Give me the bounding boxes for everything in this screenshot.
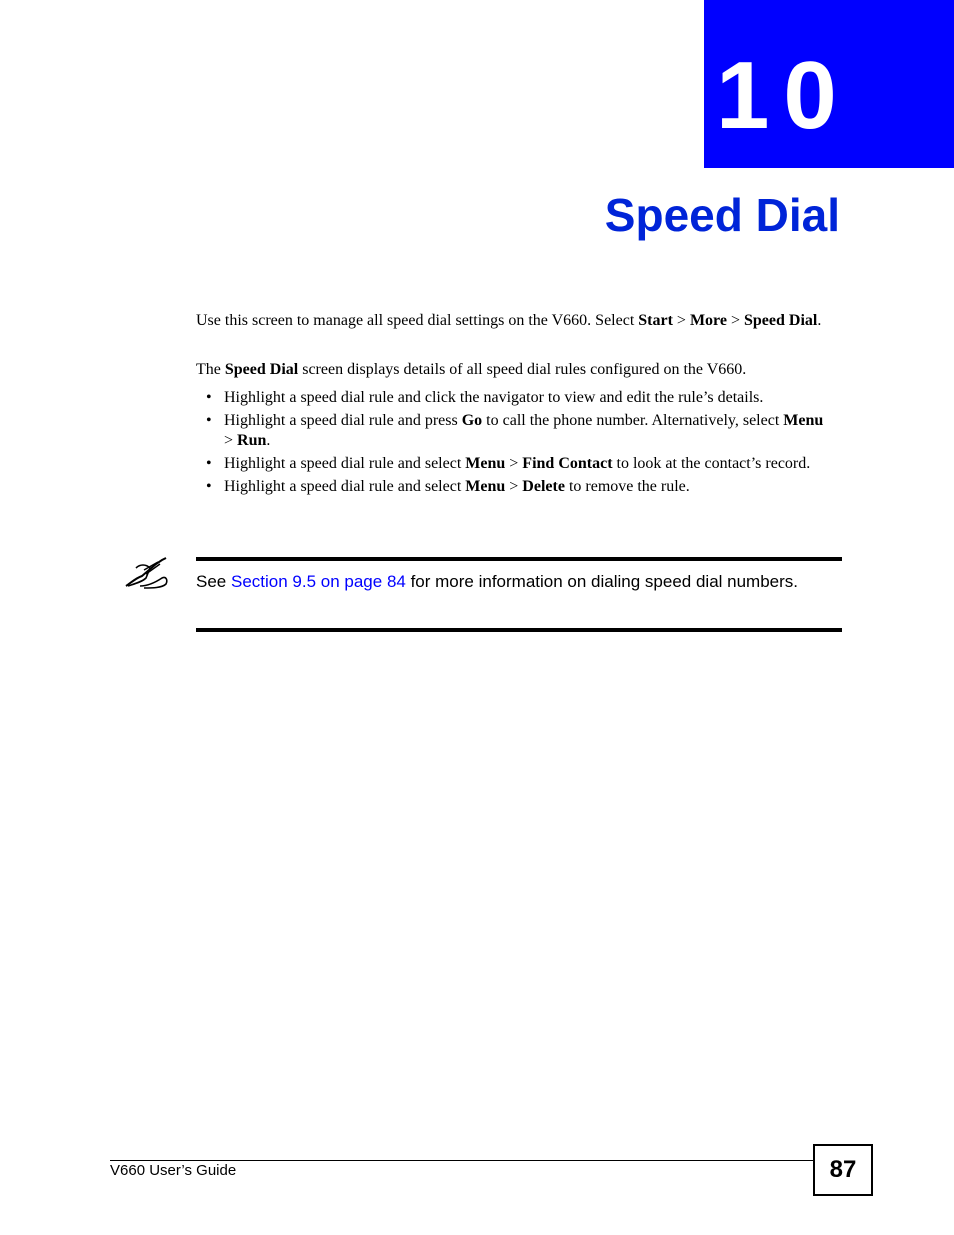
text-run: . (817, 312, 822, 329)
ui-term: Speed Dial (224, 361, 299, 378)
list-item: • Highlight a speed dial rule and select … (196, 477, 836, 497)
text-run: to look at the contact’s record. (612, 455, 811, 472)
text-run: > (726, 312, 744, 329)
text-run: to call the phone number. Alternatively,… (482, 412, 784, 429)
text-run: to remove the rule. (564, 478, 690, 495)
chapter-title: Speed Dial (604, 189, 840, 241)
ui-term: Find Contact (522, 455, 613, 472)
intro-paragraph-2: The Speed Dial screen displays details o… (196, 360, 836, 380)
text-run: . (266, 432, 271, 449)
ui-term: Menu (783, 412, 824, 429)
footer-guide-title: V660 User’s Guide (110, 1162, 237, 1179)
ui-term: Speed Dial (744, 312, 818, 329)
text-run: Highlight a speed dial rule and select (224, 478, 466, 495)
text-run: > (224, 432, 238, 449)
list-item: • Highlight a speed dial rule and click t… (196, 388, 836, 408)
intro-paragraph-1: Use this screen to manage all speed dial… (196, 311, 836, 331)
ui-term: Start (638, 312, 673, 329)
note-suffix: for more information on dialing speed di… (405, 572, 799, 591)
ui-term: Go (461, 412, 483, 429)
list-item: • Highlight a speed dial rule and press G… (196, 411, 836, 451)
ui-term: Delete (522, 478, 565, 495)
text-run: screen displays details of all speed dia… (298, 361, 747, 378)
note-top-rule (196, 557, 842, 561)
text-run: > (505, 455, 523, 472)
text-run: Highlight a speed dial rule and press (224, 412, 462, 429)
text-run: Highlight a speed dial rule and select (224, 455, 466, 472)
text-run: > (672, 312, 690, 329)
bullet-icon: • (206, 478, 212, 495)
ui-term: Run (237, 432, 267, 449)
text-run: The (196, 361, 225, 378)
text-run: Highlight a speed dial rule and click th… (224, 389, 764, 406)
instruction-list: • Highlight a speed dial rule and click t… (196, 388, 836, 500)
list-item: • Highlight a speed dial rule and select … (196, 454, 836, 474)
ui-term: Menu (465, 478, 506, 495)
ui-term: More (689, 312, 727, 329)
section-link[interactable]: Section 9.5 on page 84 (231, 572, 406, 591)
bullet-icon: • (206, 412, 212, 429)
note-text: See Section 9.5 on page 84 for more info… (196, 571, 816, 592)
page-number: 87 (813, 1144, 873, 1196)
text-run: > (505, 478, 523, 495)
note-prefix: See (196, 572, 231, 591)
bullet-icon: • (206, 455, 212, 472)
text-run: Use this screen to manage all speed dial… (196, 312, 639, 329)
footer-rule (110, 1160, 814, 1161)
note-pencil-icon (122, 556, 174, 592)
chapter-number: 10 (716, 42, 851, 149)
note-bottom-rule (196, 628, 842, 632)
ui-term: Menu (465, 455, 506, 472)
bullet-icon: • (206, 389, 212, 406)
